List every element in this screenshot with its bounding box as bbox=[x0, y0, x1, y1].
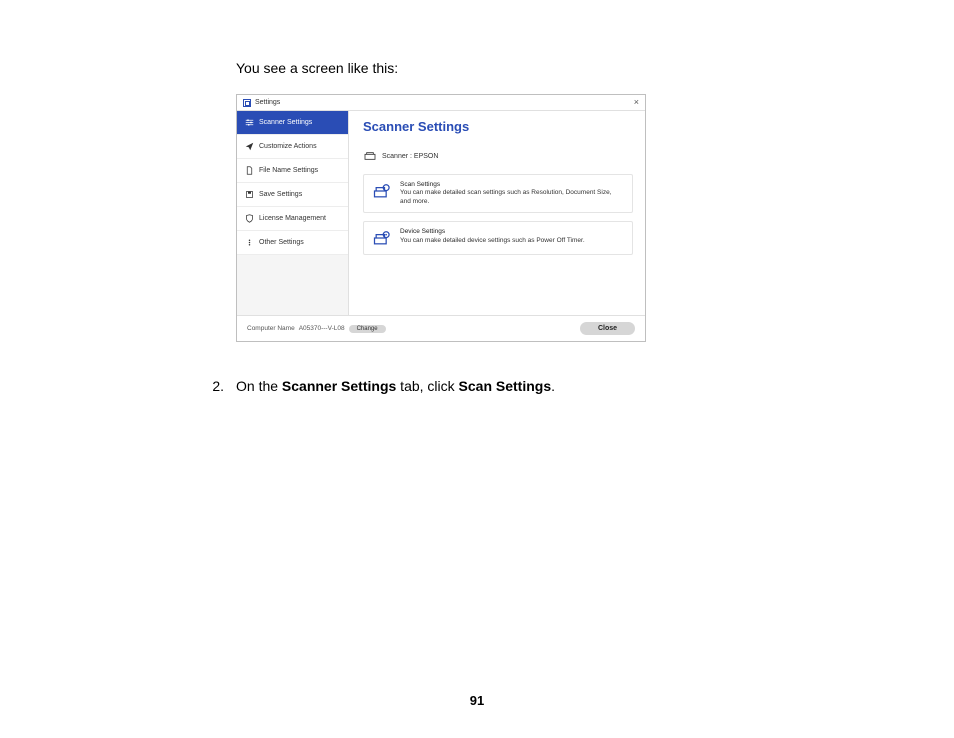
change-button[interactable]: Change bbox=[349, 325, 386, 333]
scanner-label: Scanner : EPSON bbox=[382, 153, 438, 160]
step-number: 2. bbox=[200, 378, 224, 394]
sidebar: Scanner Settings Customize Actions File … bbox=[237, 111, 349, 315]
send-icon bbox=[245, 142, 254, 151]
scanner-row: Scanner : EPSON bbox=[363, 146, 633, 166]
sidebar-item-label: Other Settings bbox=[259, 239, 304, 246]
scan-settings-icon bbox=[372, 181, 392, 201]
shield-icon bbox=[245, 214, 254, 223]
main-panel: Scanner Settings Scanner : EPSON Scan Se… bbox=[349, 111, 645, 315]
sidebar-item-label: Scanner Settings bbox=[259, 119, 312, 126]
card-device-settings[interactable]: Device Settings You can make detailed de… bbox=[363, 221, 633, 255]
sidebar-item-label: Customize Actions bbox=[259, 143, 317, 150]
card-scan-settings[interactable]: Scan Settings You can make detailed scan… bbox=[363, 174, 633, 213]
sidebar-item-scanner-settings[interactable]: Scanner Settings bbox=[237, 111, 348, 135]
page-number: 91 bbox=[0, 693, 954, 708]
sidebar-item-customize-actions[interactable]: Customize Actions bbox=[237, 135, 348, 159]
computer-name-label: Computer Name bbox=[247, 325, 295, 332]
window-titlebar: Settings × bbox=[237, 95, 645, 111]
card-title: Device Settings bbox=[400, 228, 585, 236]
close-icon[interactable]: × bbox=[634, 98, 639, 107]
card-desc: You can make detailed scan settings such… bbox=[400, 189, 612, 204]
more-icon bbox=[245, 238, 254, 247]
card-title: Scan Settings bbox=[400, 181, 624, 189]
file-icon bbox=[245, 166, 254, 175]
sidebar-item-file-name-settings[interactable]: File Name Settings bbox=[237, 159, 348, 183]
sidebar-item-other-settings[interactable]: Other Settings bbox=[237, 231, 348, 255]
sidebar-item-label: License Management bbox=[259, 215, 326, 222]
sidebar-item-label: Save Settings bbox=[259, 191, 302, 198]
close-button[interactable]: Close bbox=[580, 322, 635, 335]
sidebar-item-save-settings[interactable]: Save Settings bbox=[237, 183, 348, 207]
step-2: 2. On the Scanner Settings tab, click Sc… bbox=[200, 378, 834, 394]
app-icon bbox=[243, 99, 251, 107]
window-title: Settings bbox=[255, 99, 634, 106]
slider-icon bbox=[245, 118, 254, 127]
dialog-footer: Computer Name A05370---V-L08 Change Clos… bbox=[237, 315, 645, 341]
sidebar-item-label: File Name Settings bbox=[259, 167, 318, 174]
sidebar-filler bbox=[237, 255, 348, 315]
sidebar-item-license-management[interactable]: License Management bbox=[237, 207, 348, 231]
scanner-icon bbox=[364, 151, 376, 161]
card-desc: You can make detailed device settings su… bbox=[400, 237, 585, 244]
intro-text: You see a screen like this: bbox=[236, 60, 834, 76]
panel-heading: Scanner Settings bbox=[363, 119, 633, 134]
step-text: On the Scanner Settings tab, click Scan … bbox=[236, 378, 555, 394]
save-icon bbox=[245, 190, 254, 199]
settings-screenshot: Settings × Scanner Settings Customize Ac… bbox=[236, 94, 646, 342]
device-settings-icon bbox=[372, 228, 392, 248]
computer-name-value: A05370---V-L08 bbox=[299, 325, 345, 332]
